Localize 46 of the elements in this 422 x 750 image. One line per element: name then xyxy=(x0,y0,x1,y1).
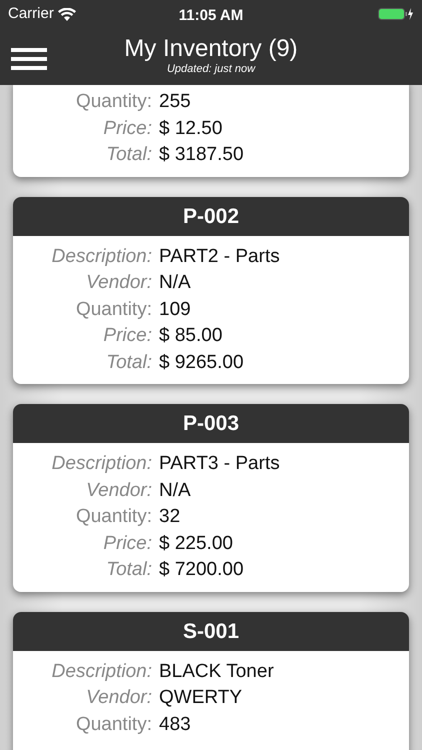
field-value: 483 xyxy=(159,712,191,736)
field-label: Total: xyxy=(105,558,152,582)
item-card[interactable]: P-002 Description: PART2 - Parts Vendor: N/A Quantity: 109 Price: $ 85.00 Total: $ 9265.00 xyxy=(13,196,409,384)
field-value: N/A xyxy=(159,478,191,502)
item-card[interactable]: Quantity: 255 Price: $ 12.50 Total: $ 3187.50 xyxy=(13,85,409,176)
page-title: My Inventory (9) xyxy=(124,35,298,62)
carrier-name: Carrier xyxy=(8,4,54,24)
field-value: $ 85.00 xyxy=(159,324,222,348)
field-label: Description: xyxy=(50,244,152,268)
field-label: Vendor: xyxy=(85,271,152,295)
field-value: 32 xyxy=(159,505,180,529)
field-label: Price: xyxy=(102,324,152,348)
field-value: BLACK Toner xyxy=(159,660,274,684)
field-label: Vendor: xyxy=(85,478,152,502)
item-code-header: S-001 xyxy=(13,612,409,650)
field-value: $ 7200.00 xyxy=(159,558,244,582)
field-value: $ 225.00 xyxy=(159,532,233,556)
menu-icon[interactable] xyxy=(11,48,47,70)
item-code-header: P-003 xyxy=(13,404,409,443)
field-label: Description: xyxy=(50,452,152,476)
item-card[interactable]: P-003 Description: PART3 - Parts Vendor: N/A Quantity: 32 Price: $ 225.00 Total: $ 7200.00 xyxy=(13,404,409,592)
item-card[interactable]: S-001 Description: BLACK Toner Vendor: QWERTY Quantity: 483 xyxy=(13,612,409,750)
update-status: Updated: just now xyxy=(166,63,256,75)
field-value: PART3 - Parts xyxy=(159,452,280,476)
field-value: $ 12.50 xyxy=(159,116,222,140)
field-label: Total: xyxy=(105,143,152,167)
wifi-icon xyxy=(58,8,76,20)
field-label: Vendor: xyxy=(85,686,152,710)
clock-time: 11:05 AM xyxy=(178,6,244,26)
field-label: Quantity: xyxy=(74,298,152,322)
field-label: Quantity: xyxy=(74,712,152,736)
field-value: $ 3187.50 xyxy=(159,143,244,167)
field-label: Total: xyxy=(105,350,152,374)
field-value: $ 9265.00 xyxy=(159,350,244,374)
field-value: PART2 - Parts xyxy=(159,244,280,268)
field-value: 109 xyxy=(159,298,191,322)
field-label: Price: xyxy=(102,532,152,556)
field-label: Price: xyxy=(102,116,152,140)
field-value: N/A xyxy=(159,271,191,295)
field-label: Quantity: xyxy=(74,90,152,114)
battery-icon xyxy=(378,7,414,21)
field-label: Quantity: xyxy=(74,505,152,529)
field-label: Description: xyxy=(50,660,152,684)
item-code-header: P-002 xyxy=(13,196,409,236)
field-value: QWERTY xyxy=(159,686,242,710)
field-value: 255 xyxy=(159,90,191,114)
